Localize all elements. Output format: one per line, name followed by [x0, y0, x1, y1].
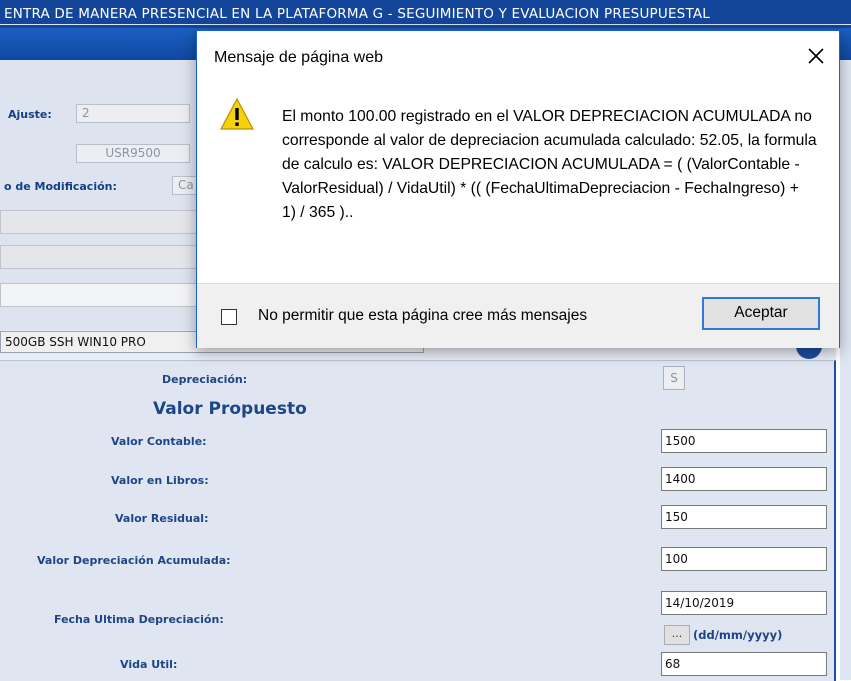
row-label: Valor en Libros: — [111, 474, 209, 487]
row-label: Vida Util: — [120, 658, 178, 671]
ajuste-field[interactable]: 2 — [76, 104, 190, 123]
fecha-ultima-depreciacion-input[interactable]: 14/10/2019 — [661, 591, 827, 615]
section-title: Valor Propuesto — [153, 399, 307, 419]
warning-icon — [219, 97, 255, 131]
valor-contable-input[interactable]: 1500 — [661, 429, 827, 453]
row-label: Fecha Ultima Depreciación: — [54, 613, 224, 626]
usuario-field[interactable]: USR9500 — [76, 144, 190, 163]
readonly-field[interactable] — [0, 245, 198, 269]
row-label: Valor Residual: — [115, 512, 209, 525]
calendar-button[interactable]: ... — [664, 625, 690, 645]
vida-util-input[interactable]: 68 — [661, 652, 827, 676]
valor-residual-input[interactable]: 150 — [661, 505, 827, 529]
checkbox-label[interactable]: No permitir que esta página cree más men… — [258, 307, 587, 325]
valor-depreciacion-input[interactable]: 100 — [661, 547, 827, 571]
page-banner: ENTRA DE MANERA PRESENCIAL EN LA PLATAFO… — [0, 0, 851, 28]
row-label: Valor Depreciación Acumulada: — [37, 554, 231, 567]
depreciacion-label: Depreciación: — [162, 373, 248, 386]
ajuste-label: Ajuste: — [8, 108, 52, 121]
row-label: Valor Contable: — [111, 435, 207, 448]
modificacion-label: o de Modificación: — [4, 180, 117, 193]
banner-text: ENTRA DE MANERA PRESENCIAL EN LA PLATAFO… — [4, 6, 711, 22]
close-icon[interactable] — [803, 43, 829, 69]
dialog-message: El monto 100.00 registrado en el VALOR D… — [282, 108, 817, 221]
dialog-title: Mensaje de página web — [214, 49, 384, 66]
valor-libros-input[interactable]: 1400 — [661, 467, 827, 491]
modificacion-field[interactable]: Ca — [172, 176, 198, 195]
readonly-field[interactable] — [0, 210, 198, 234]
message-dialog: Mensaje de página web El monto 100.00 re… — [196, 30, 840, 348]
depreciacion-field[interactable]: S — [663, 366, 685, 390]
text-field[interactable] — [0, 283, 198, 307]
banner-divider — [0, 24, 851, 25]
date-format-hint: (dd/mm/yyyy) — [693, 628, 783, 642]
accept-button[interactable]: Aceptar — [702, 297, 820, 330]
suppress-messages-checkbox[interactable] — [221, 309, 237, 325]
